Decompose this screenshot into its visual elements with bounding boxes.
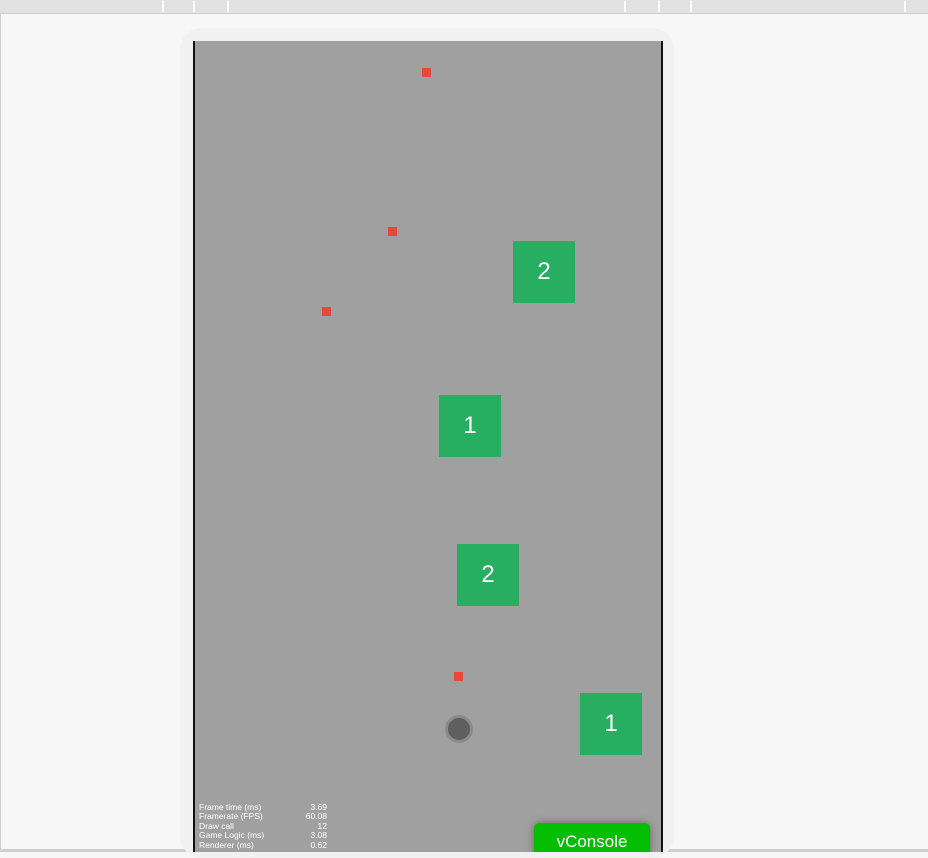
number-block: 2: [457, 544, 519, 606]
player-ball[interactable]: [445, 715, 473, 743]
toolbar-separator: [162, 1, 164, 12]
vconsole-button[interactable]: vConsole: [534, 823, 650, 852]
game-canvas[interactable]: 2 1 2 1 Frame time (ms) 3.69 Framerate (…: [193, 41, 663, 852]
toolbar-separator: [904, 1, 906, 12]
toolbar-separator: [227, 1, 229, 12]
toolbar-separator: [690, 1, 692, 12]
number-block: 1: [439, 395, 501, 457]
performance-stats: Frame time (ms) 3.69 Framerate (FPS) 60.…: [199, 802, 327, 850]
bullet: [454, 672, 463, 681]
stat-label: Renderer (ms): [199, 839, 254, 850]
stat-row: Renderer (ms) 0.62: [199, 839, 327, 850]
toolbar-separator: [624, 1, 626, 12]
toolbar-separator: [658, 1, 660, 12]
window-left-edge: [0, 14, 1, 850]
bullet: [388, 227, 397, 236]
number-block: 1: [580, 693, 642, 755]
stat-value: 0.62: [310, 839, 327, 850]
browser-toolbar: [0, 0, 928, 14]
bullet: [322, 307, 331, 316]
bullet: [422, 68, 431, 77]
number-block: 2: [513, 241, 575, 303]
toolbar-separator: [193, 1, 195, 12]
